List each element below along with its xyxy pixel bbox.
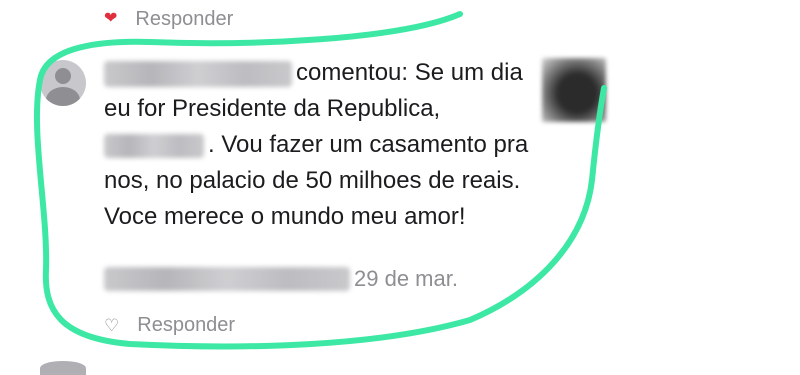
comment-meta: 29 de mar. (104, 266, 458, 292)
avatar-shoulders (46, 87, 80, 106)
top-reply-button[interactable]: Responder (135, 8, 233, 31)
heart-outline-icon[interactable]: ♡ (104, 317, 119, 334)
post-thumbnail[interactable] (542, 58, 606, 122)
comment-date: 29 de mar. (354, 266, 458, 291)
heart-filled-icon[interactable]: ❤ (104, 11, 117, 27)
avatar-head (55, 68, 71, 84)
next-avatar (40, 361, 86, 375)
comment-text: comentou: Se um dia eu for Presidente da… (104, 55, 534, 235)
avatar[interactable] (40, 60, 86, 106)
redacted-meta (104, 267, 350, 291)
comment-reply-button[interactable]: Responder (137, 314, 235, 337)
comment-reply-row: ♡ Responder (104, 312, 235, 338)
top-reply-row: ❤ Responder (104, 6, 233, 32)
redacted-name (104, 133, 204, 158)
redacted-username (104, 60, 292, 87)
